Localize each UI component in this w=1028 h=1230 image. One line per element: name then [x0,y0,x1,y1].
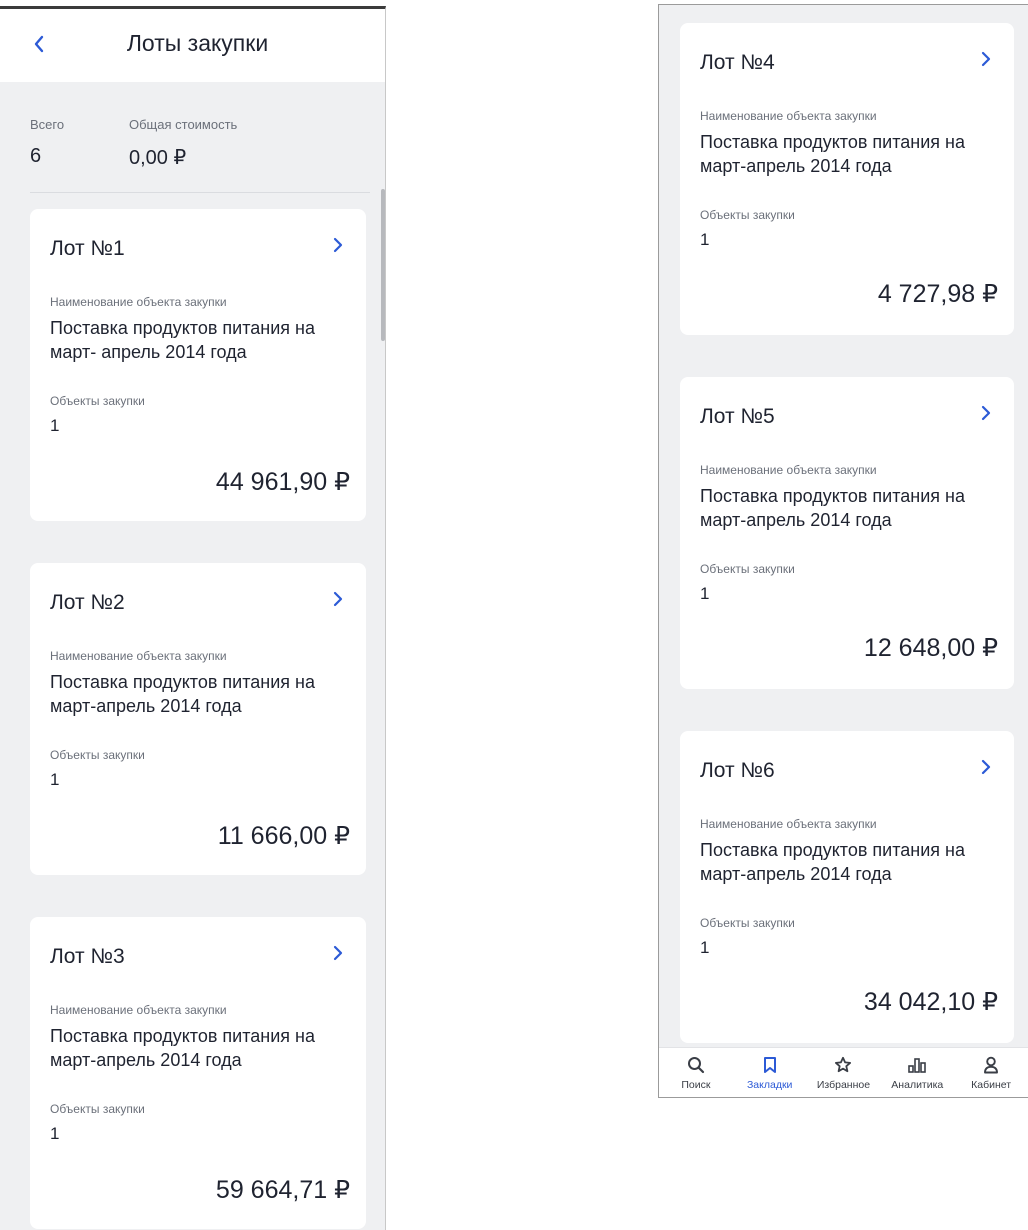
nav-label: Избранное [816,1079,871,1091]
lot-title: Лот №3 [50,945,125,968]
lot-objects-label: Объекты закупки [50,394,145,408]
total-label: Всего [30,117,65,132]
nav-item-search[interactable]: Поиск [659,1048,733,1097]
total-value: 6 [30,145,42,167]
lot-open-button[interactable] [974,47,998,71]
nav-item-bookmarks[interactable]: Закладки [733,1048,807,1097]
lot-objects-value: 1 [700,230,710,249]
back-button[interactable] [22,27,56,61]
chevron-left-icon [34,35,44,53]
lot-name: Поставка продуктов питания на март-апрел… [50,1026,315,1070]
search-icon [686,1056,706,1074]
lot-name: Поставка продуктов питания на март-апрел… [50,672,315,716]
lot-open-button[interactable] [974,401,998,425]
scrollbar[interactable] [381,189,385,341]
lot-name-label: Наименование объекта закупки [700,463,877,477]
summary-block: Всего 6 Общая стоимость 0,00 ₽ [30,117,370,193]
lot-name-label: Наименование объекта закупки [700,817,877,831]
screen-left: Лоты закупки Всего 6 Общая стоимость 0,0… [0,6,386,1230]
lot-name: Поставка продуктов питания на март-апрел… [700,840,965,884]
lot-card[interactable]: Лот №5 Наименование объекта закупки Пост… [680,377,1014,689]
screen-right: Лот №4 Наименование объекта закупки Пост… [658,4,1028,1098]
lot-title: Лот №1 [50,237,125,260]
lot-card[interactable]: Лот №3 Наименование объекта закупки Пост… [30,917,366,1229]
lot-objects-value: 1 [700,584,710,603]
lot-name-label: Наименование объекта закупки [50,1003,227,1017]
lot-title: Лот №4 [700,51,775,74]
cost-label: Общая стоимость [129,117,238,132]
lot-name: Поставка продуктов питания на март-апрел… [700,132,965,176]
page-title: Лоты закупки [126,30,269,56]
chevron-right-icon [981,405,991,421]
lot-name: Поставка продуктов питания на март- апре… [50,318,315,362]
lot-title: Лот №2 [50,591,125,614]
lot-objects-label: Объекты закупки [700,916,795,930]
lot-price: 34 042,10 ₽ [863,988,998,1016]
lot-open-button[interactable] [326,941,350,965]
lot-objects-label: Объекты закупки [700,562,795,576]
lot-card[interactable]: Лот №2 Наименование объекта закупки Пост… [30,563,366,875]
app-header: Лоты закупки [0,9,385,82]
lot-open-button[interactable] [974,755,998,779]
chevron-right-icon [333,237,343,253]
lot-name: Поставка продуктов питания на март-апрел… [700,486,965,530]
nav-item-favorites[interactable]: Избранное [807,1048,881,1097]
nav-item-account[interactable]: Кабинет [954,1048,1028,1097]
nav-label: Поиск [681,1079,711,1091]
lot-objects-value: 1 [50,770,60,789]
star-icon [833,1056,853,1074]
lot-price: 11 666,00 ₽ [217,822,350,850]
chevron-right-icon [981,759,991,775]
bottom-navigation: Поиск Закладки Избранное Аналитика Кабин… [659,1047,1028,1097]
chevron-right-icon [333,591,343,607]
lot-price: 4 727,98 ₽ [877,280,998,308]
lot-card[interactable]: Лот №1 Наименование объекта закупки Пост… [30,209,366,521]
chevron-right-icon [981,51,991,67]
analytics-icon [907,1056,927,1074]
lot-price: 59 664,71 ₽ [215,1176,350,1204]
chevron-right-icon [333,945,343,961]
lot-open-button[interactable] [326,587,350,611]
lot-card[interactable]: Лот №6 Наименование объекта закупки Пост… [680,731,1014,1043]
cost-value: 0,00 ₽ [129,147,187,169]
lot-card[interactable]: Лот №4 Наименование объекта закупки Пост… [680,23,1014,335]
lot-objects-value: 1 [50,1124,60,1143]
lot-title: Лот №6 [700,759,775,782]
lot-price: 44 961,90 ₽ [215,468,350,496]
user-icon [981,1056,1001,1074]
lot-open-button[interactable] [326,233,350,257]
bookmark-icon [760,1056,780,1074]
lot-objects-value: 1 [700,938,710,957]
lot-objects-label: Объекты закупки [700,208,795,222]
lot-name-label: Наименование объекта закупки [50,649,227,663]
lot-objects-label: Объекты закупки [50,748,145,762]
lot-name-label: Наименование объекта закупки [700,109,877,123]
lot-title: Лот №5 [700,405,775,428]
nav-label: Закладки [746,1079,793,1091]
lot-price: 12 648,00 ₽ [863,634,998,662]
lot-objects-label: Объекты закупки [50,1102,145,1116]
lot-objects-value: 1 [50,416,60,435]
nav-label: Кабинет [971,1079,1012,1091]
lot-name-label: Наименование объекта закупки [50,295,227,309]
nav-label: Аналитика [891,1079,944,1091]
nav-item-analytics[interactable]: Аналитика [880,1048,954,1097]
